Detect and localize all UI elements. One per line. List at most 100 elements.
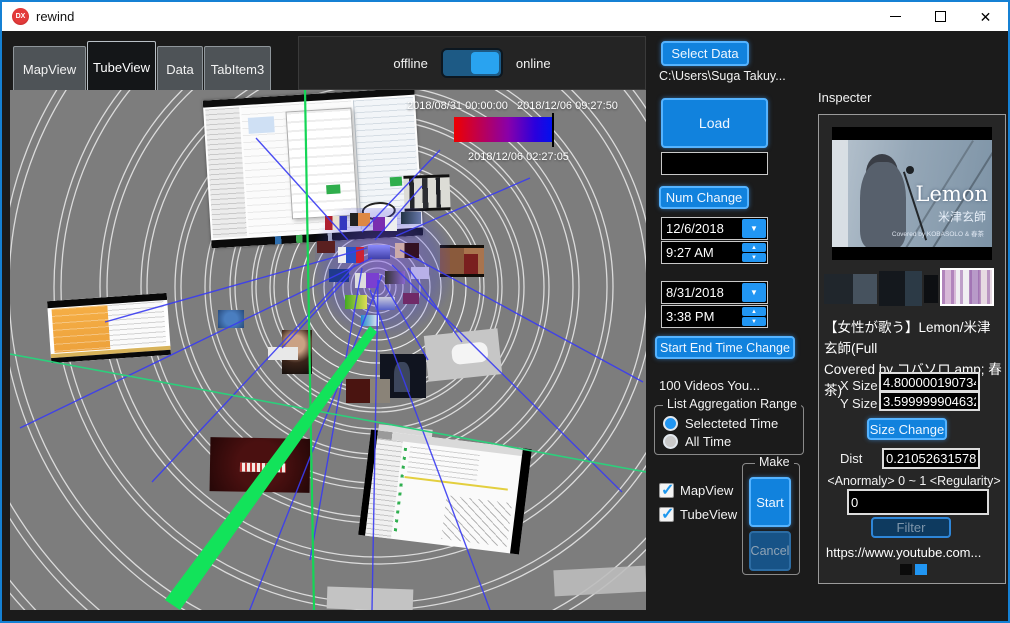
tab-tubeview[interactable]: TubeView (87, 41, 156, 93)
groupbox-title: List Aggregation Range (663, 397, 801, 411)
time-spinner[interactable]: ▲▼ (742, 243, 766, 262)
button-label: Size Change (870, 422, 944, 437)
connection-toggle-panel: offline online (298, 36, 646, 90)
aggregation-range-groupbox: List Aggregation Range Selecteted Time A… (654, 405, 804, 455)
calendar-dropdown-icon[interactable] (742, 219, 766, 238)
anomaly-input[interactable] (847, 489, 989, 515)
mapview-checkbox[interactable] (659, 483, 674, 498)
url-text[interactable]: https://www.youtube.com... (826, 545, 981, 560)
video-url-link[interactable]: https://www.youtube.com... (826, 545, 981, 560)
tab-mapview[interactable]: MapView (13, 46, 86, 93)
videos-count-label: 100 Videos You... (659, 378, 760, 393)
legend-end-time: 2018/12/06 09:27:50 (517, 100, 618, 112)
thumbnail-artist-text: 米津玄師 (938, 208, 986, 225)
maximize-button[interactable] (918, 2, 963, 31)
x-size-input[interactable] (879, 372, 980, 392)
radio-selected-time[interactable] (663, 416, 678, 431)
page-dot-2-active[interactable] (915, 564, 927, 575)
size-change-button[interactable]: Size Change (867, 418, 947, 440)
start-date-value: 8/31/2018 (666, 285, 724, 300)
end-time-value: 9:27 AM (666, 245, 714, 260)
tube-view-3d-viewport[interactable]: 2018/08/31 00:00:00 2018/12/06 09:27:50 … (10, 90, 646, 610)
axes-and-links (10, 90, 646, 610)
time-gradient-bar[interactable] (454, 117, 553, 142)
anomaly-scale-label: <Anormaly> 0 ~ 1 <Regularity> (822, 474, 1006, 488)
toggle-knob (471, 52, 499, 74)
data-text-input[interactable] (661, 152, 768, 175)
spinner-down-icon[interactable]: ▼ (742, 253, 766, 262)
time-marker[interactable] (552, 113, 554, 147)
filter-button[interactable]: Filter (871, 517, 951, 538)
filmstrip-thumbnail-selected[interactable] (940, 268, 994, 306)
radio-all-time[interactable] (663, 434, 678, 449)
end-date-picker[interactable]: 12/6/2018 (661, 217, 768, 240)
select-data-button[interactable]: Select Data (661, 41, 749, 66)
online-toggle[interactable] (441, 48, 503, 78)
pagination-dots[interactable] (900, 564, 927, 575)
filmstrip-thumbnail[interactable] (879, 271, 922, 306)
mapview-checkbox-label[interactable]: MapView (680, 483, 733, 498)
end-time-picker[interactable]: 9:27 AM ▲▼ (661, 241, 768, 264)
window-title: rewind (36, 9, 74, 24)
x-size-label: X Size (840, 378, 878, 393)
radio-label[interactable]: All Time (685, 434, 731, 449)
offline-label: offline (393, 56, 427, 71)
close-icon: ✕ (980, 10, 992, 24)
cancel-button[interactable]: Cancel (749, 531, 791, 571)
button-label: Filter (897, 520, 926, 535)
button-label: Load (699, 115, 730, 131)
radio-label[interactable]: Selecteted Time (685, 416, 778, 431)
minimize-button[interactable] (873, 2, 918, 31)
make-groupbox: Make Start Cancel (742, 463, 800, 575)
thumbnail-scene: Lemon 米津玄師 Covered by KOBASOLO & 春茶 (832, 140, 992, 247)
button-label: Start (756, 495, 783, 510)
start-time-value: 3:38 PM (666, 309, 714, 324)
close-button[interactable]: ✕ (963, 2, 1008, 31)
y-size-input[interactable] (879, 391, 980, 411)
tubeview-checkbox[interactable] (659, 507, 674, 522)
inspector-title: Inspecter (818, 90, 871, 105)
start-date-picker[interactable]: 8/31/2018 (661, 281, 768, 304)
thumbnail-title-text: Lemon (916, 182, 988, 206)
tab-label: Data (166, 62, 193, 77)
spinner-up-icon[interactable]: ▲ (742, 243, 766, 252)
app-icon: DX (12, 8, 29, 25)
tab-label: MapView (23, 62, 76, 77)
start-time-picker[interactable]: 3:38 PM ▲▼ (661, 305, 768, 328)
button-label: Start End Time Change (660, 341, 790, 355)
tab-tabitem3[interactable]: TabItem3 (204, 46, 271, 93)
maximize-icon (935, 11, 946, 22)
tab-data[interactable]: Data (157, 46, 203, 93)
app-window: DX rewind ✕ MapView TubeView Data TabIte… (0, 0, 1010, 623)
legend-marker-time: 2018/12/06 02:27:05 (468, 151, 569, 163)
page-dot-1[interactable] (900, 564, 912, 575)
load-button[interactable]: Load (661, 98, 768, 148)
data-path: C:\Users\Suga Takuy... (659, 69, 786, 83)
spinner-up-icon[interactable]: ▲ (742, 307, 766, 316)
calendar-dropdown-icon[interactable] (742, 283, 766, 302)
time-spinner[interactable]: ▲▼ (742, 307, 766, 326)
tubeview-checkbox-label[interactable]: TubeView (680, 507, 737, 522)
button-label: Select Data (671, 46, 738, 61)
button-label: Num Change (666, 190, 743, 205)
filmstrip-thumbnail[interactable] (924, 275, 938, 303)
num-change-button[interactable]: Num Change (659, 186, 749, 209)
online-label: online (516, 56, 551, 71)
start-button[interactable]: Start (749, 477, 791, 527)
video-title-line1: 【女性が歌う】Lemon/米津玄師(Full (824, 317, 1004, 359)
y-size-label: Y Size (840, 396, 877, 411)
tab-label: TabItem3 (211, 62, 264, 77)
title-bar: DX rewind ✕ (2, 2, 1008, 31)
thumbnail-credit-text: Covered by KOBASOLO & 春茶 (892, 228, 984, 238)
tab-label: TubeView (93, 60, 150, 75)
spinner-down-icon[interactable]: ▼ (742, 317, 766, 326)
legend-start-time: 2018/08/31 00:00:00 (407, 100, 508, 112)
selected-video-thumbnail[interactable]: Lemon 米津玄師 Covered by KOBASOLO & 春茶 (832, 127, 992, 260)
start-end-time-change-button[interactable]: Start End Time Change (655, 336, 795, 359)
dist-label: Dist (840, 451, 862, 466)
groupbox-title: Make (755, 455, 794, 469)
button-label: Cancel (751, 544, 790, 558)
dist-input[interactable] (882, 448, 980, 469)
filmstrip-thumbnail[interactable] (824, 274, 877, 304)
end-date-value: 12/6/2018 (666, 221, 724, 236)
